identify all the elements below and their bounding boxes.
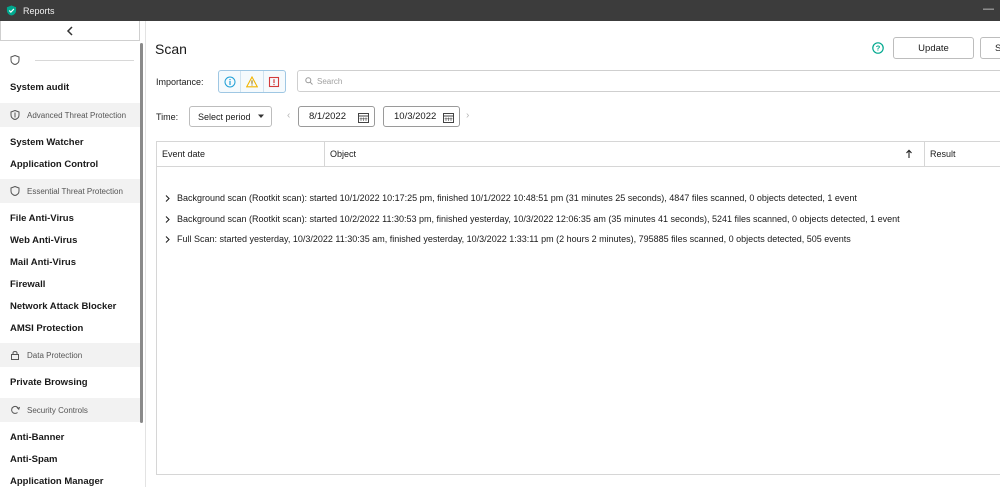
shield-icon [10,186,20,196]
sidebar-item-anti-spam[interactable]: Anti-Spam [10,454,58,465]
security-controls-icon [11,405,20,414]
svg-text:?: ? [876,44,881,53]
date-to-value: 10/3/2022 [394,111,437,122]
sidebar-item-amsi-protection[interactable]: AMSI Protection [10,323,83,334]
warning-icon [245,75,258,87]
importance-label: Importance: [156,77,204,87]
search-icon [305,77,313,85]
date-from-value: 8/1/2022 [309,111,346,122]
sidebar-group-label: Advanced Threat Protection [27,110,127,120]
info-filter-toggle[interactable] [219,71,242,92]
sidebar-group-data-protection[interactable]: Data Protection [0,343,140,367]
column-object[interactable]: Object [325,142,925,166]
sidebar: System audit Advanced Threat Protection … [0,21,146,487]
importance-filter [218,70,286,93]
date-from-field[interactable]: 8/1/2022 [298,106,375,127]
sidebar-group-essential-threat-protection[interactable]: Essential Threat Protection [0,179,140,203]
collapse-sidebar-button[interactable] [0,21,140,41]
period-select[interactable]: Select period [189,106,272,127]
help-icon[interactable]: ? [872,42,884,54]
secondary-button[interactable]: S [980,37,1000,59]
critical-icon [269,76,280,87]
date-to-field[interactable]: 10/3/2022 [383,106,460,127]
main-panel: Scan ? Update S Importance: Time: Select… [146,21,1000,487]
sort-ascending-icon[interactable] [905,149,913,159]
minimize-button[interactable]: — [983,3,994,15]
divider [35,59,134,61]
table-row[interactable]: Background scan (Rootkit scan): started … [157,188,1000,208]
sidebar-item-firewall[interactable]: Firewall [10,279,45,290]
critical-filter-toggle[interactable] [264,71,285,92]
table-header: Event date Object Result [157,142,1000,167]
sidebar-item-system-audit[interactable]: System audit [10,82,69,93]
title-bar: Reports — [0,0,1000,21]
lock-icon [11,351,19,360]
column-result[interactable]: Result [925,142,1000,166]
time-label: Time: [156,112,179,122]
sidebar-scrollbar[interactable] [140,43,143,423]
sidebar-group-label: Essential Threat Protection [27,186,123,196]
expand-row-icon[interactable] [157,235,177,243]
sidebar-item-network-attack-blocker[interactable]: Network Attack Blocker [10,301,116,312]
period-select-value: Select period [198,111,251,122]
search-input[interactable] [317,76,917,86]
sidebar-item-anti-banner[interactable]: Anti-Banner [10,432,64,443]
sidebar-item-web-anti-virus[interactable]: Web Anti-Virus [10,235,77,246]
sidebar-group-label: Security Controls [27,405,88,415]
sidebar-item-mail-anti-virus[interactable]: Mail Anti-Virus [10,257,76,268]
row-text: Background scan (Rootkit scan): started … [177,214,900,224]
calendar-icon[interactable] [443,112,454,123]
column-event-date[interactable]: Event date [157,142,325,166]
calendar-icon[interactable] [358,112,369,123]
page-title: Scan [155,41,187,57]
expand-row-icon[interactable] [157,215,177,223]
sidebar-item-application-control[interactable]: Application Control [10,159,98,170]
expand-row-icon[interactable] [157,194,177,202]
table-row[interactable]: Full Scan: started yesterday, 10/3/2022 … [157,229,1000,249]
events-table: Event date Object Result Background scan… [156,141,1000,475]
shield-icon [10,110,20,120]
window-title: Reports [23,5,55,16]
sidebar-item-file-anti-virus[interactable]: File Anti-Virus [10,213,74,224]
shield-icon [10,55,20,65]
search-box[interactable] [297,70,1000,92]
table-row[interactable]: Background scan (Rootkit scan): started … [157,209,1000,229]
next-period-arrow[interactable]: › [466,110,469,121]
row-text: Full Scan: started yesterday, 10/3/2022 … [177,234,851,244]
update-button[interactable]: Update [893,37,974,59]
sidebar-group-advanced-threat-protection[interactable]: Advanced Threat Protection [0,103,140,127]
caret-down-icon [258,114,264,118]
sidebar-item-system-watcher[interactable]: System Watcher [10,137,84,148]
sidebar-group-security-controls[interactable]: Security Controls [0,398,140,422]
warning-filter-toggle[interactable] [241,71,264,92]
chevron-left-icon [66,25,73,36]
sidebar-item-private-browsing[interactable]: Private Browsing [10,377,88,388]
info-icon [224,76,236,87]
sidebar-group-top[interactable] [0,48,140,72]
row-text: Background scan (Rootkit scan): started … [177,193,857,203]
kaspersky-logo-icon [6,5,17,16]
sidebar-item-application-manager[interactable]: Application Manager [10,476,103,487]
previous-period-arrow[interactable]: ‹ [287,110,290,121]
sidebar-group-label: Data Protection [27,350,83,360]
